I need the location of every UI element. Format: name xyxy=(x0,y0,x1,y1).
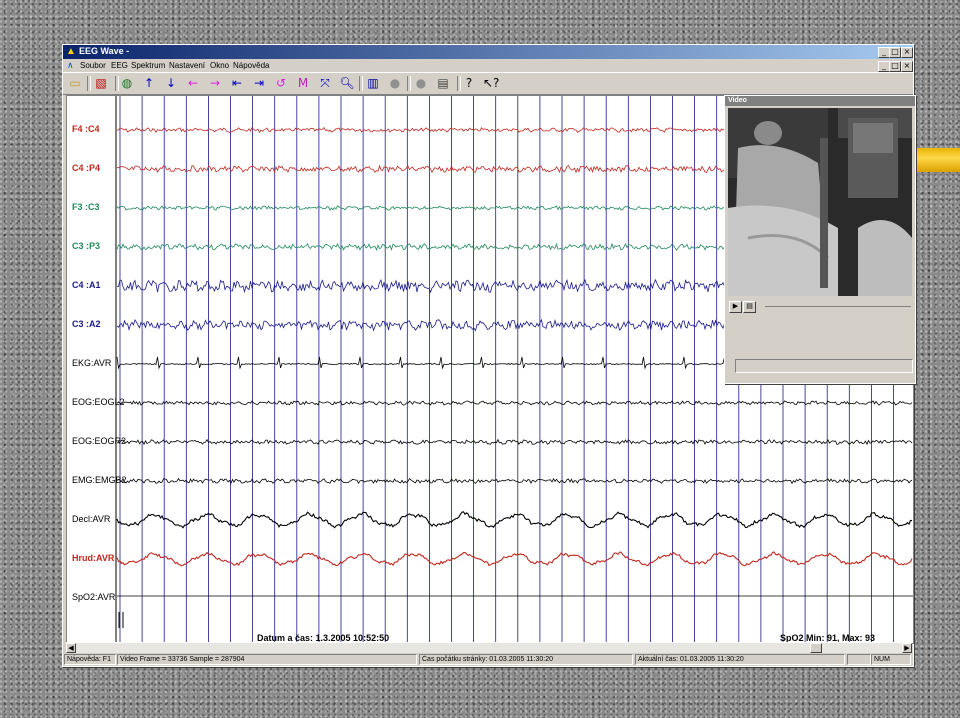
video-seek-track[interactable] xyxy=(765,306,911,307)
filter-icon[interactable]: ◍ xyxy=(119,76,135,91)
print-icon[interactable]: ▤ xyxy=(435,76,451,91)
toolbar-separator xyxy=(457,76,461,91)
menu-okno[interactable]: Okno xyxy=(210,61,229,70)
arrow-down-icon[interactable]: ↓ xyxy=(163,76,179,91)
document-icon: ∧ xyxy=(67,60,74,70)
channel-label: C3 :A2 xyxy=(72,319,101,329)
toolbar-separator xyxy=(359,76,363,91)
open-icon[interactable]: ▭ xyxy=(67,76,83,91)
status-num: NUM xyxy=(871,654,911,665)
help-icon[interactable]: ? xyxy=(461,76,477,91)
video-image xyxy=(728,108,912,296)
toolbar-separator xyxy=(87,76,91,91)
channel-trace xyxy=(116,511,913,529)
status-spacer xyxy=(847,654,871,665)
window-title: EEG Wave - xyxy=(79,46,130,56)
arrow-up-icon[interactable]: ↑ xyxy=(141,76,157,91)
channel-label: EMG:EMGB2 xyxy=(72,475,127,485)
maximize-button[interactable]: □ xyxy=(889,47,901,58)
channel-label: SpO2:AVR xyxy=(72,592,116,602)
channel-label: C4 :A1 xyxy=(72,280,101,290)
title-bar: ▲ EEG Wave - _ □ × xyxy=(63,45,913,59)
channel-label: F4 :C4 xyxy=(72,124,100,134)
menu-eeg[interactable]: EEG xyxy=(111,61,128,70)
status-page-start: Čas počátku stránky: 01.03.2005 11:30:20 xyxy=(419,654,633,665)
video-frame xyxy=(728,108,912,296)
app-icon: ▲ xyxy=(66,46,76,57)
first-page-icon[interactable]: ⇤ xyxy=(229,76,245,91)
context-help-icon[interactable]: ↖? xyxy=(483,76,499,91)
mdi-close-button[interactable]: × xyxy=(901,61,913,72)
channel-trace xyxy=(116,551,913,567)
toolbar-separator xyxy=(115,76,119,91)
status-current-time: Aktuální čas: 01.03.2005 11:30:20 xyxy=(635,654,845,665)
decorative-yellow-bar xyxy=(914,148,960,172)
spectrum-icon[interactable]: ▥ xyxy=(365,76,381,91)
status-frame: Video Frame = 33736 Sample = 287904 xyxy=(117,654,417,665)
toolbar: ▭ ▧ ◍ ↑ ↓ ← → ⇤ ⇥ ↺ M ⤧ 🔍︎ ▥ ● ● ▤? ↖? xyxy=(63,72,913,95)
montage-icon[interactable]: ▧ xyxy=(93,76,109,91)
video-window: Video ▶ ▤ xyxy=(724,95,916,384)
channel-label: Hrud:AVR xyxy=(72,553,115,563)
channel-label: EOG:EOGR2 xyxy=(72,436,127,446)
scroll-thumb[interactable] xyxy=(810,643,822,653)
status-help: Nápověda: F1 xyxy=(64,654,116,665)
zoom-icon[interactable]: 🔍︎ xyxy=(339,76,355,91)
menu-soubor[interactable]: Soubor xyxy=(80,61,106,70)
menu-spektrum[interactable]: Spektrum xyxy=(131,61,165,70)
status-bar: Nápověda: F1 Video Frame = 33736 Sample … xyxy=(63,653,913,666)
toolbar-separator xyxy=(407,76,411,91)
channel-trace xyxy=(116,400,913,406)
horizontal-scrollbar[interactable]: ◀ ▶ xyxy=(66,642,912,653)
channel-label: EOG:EOGL2 xyxy=(72,397,125,407)
record-icon[interactable]: ● xyxy=(387,76,403,91)
scroll-right-icon[interactable]: ▶ xyxy=(902,643,912,653)
last-page-icon[interactable]: ⇥ xyxy=(251,76,267,91)
menu-nastaveni[interactable]: Nastavení xyxy=(169,61,205,70)
snapshot-button[interactable]: ▤ xyxy=(743,301,756,313)
channel-label: EKG:AVR xyxy=(72,358,112,368)
stop-icon[interactable]: ● xyxy=(413,76,429,91)
arrow-right-icon[interactable]: → xyxy=(207,76,223,91)
channel-label: C4 :P4 xyxy=(72,163,101,173)
menu-bar: ∧ Soubor EEG Spektrum Nastavení Okno Náp… xyxy=(63,59,913,72)
channel-trace xyxy=(116,438,913,446)
arrow-left-icon[interactable]: ← xyxy=(185,76,201,91)
scroll-left-icon[interactable]: ◀ xyxy=(66,643,76,653)
video-title: Video xyxy=(725,96,915,106)
channel-label: Decl:AVR xyxy=(72,514,111,524)
video-status-field xyxy=(735,359,913,373)
measure-icon[interactable]: ⤧ xyxy=(317,76,333,91)
mdi-restore-button[interactable]: □ xyxy=(889,61,901,72)
close-button[interactable]: × xyxy=(901,47,913,58)
channel-label: F3 :C3 xyxy=(72,202,100,212)
channel-trace xyxy=(116,477,913,485)
play-button[interactable]: ▶ xyxy=(729,301,742,313)
marker-icon[interactable]: M xyxy=(295,76,311,91)
loop-icon[interactable]: ↺ xyxy=(273,76,289,91)
menu-napoveda[interactable]: Nápověda xyxy=(233,61,269,70)
channel-label: C3 :P3 xyxy=(72,241,101,251)
